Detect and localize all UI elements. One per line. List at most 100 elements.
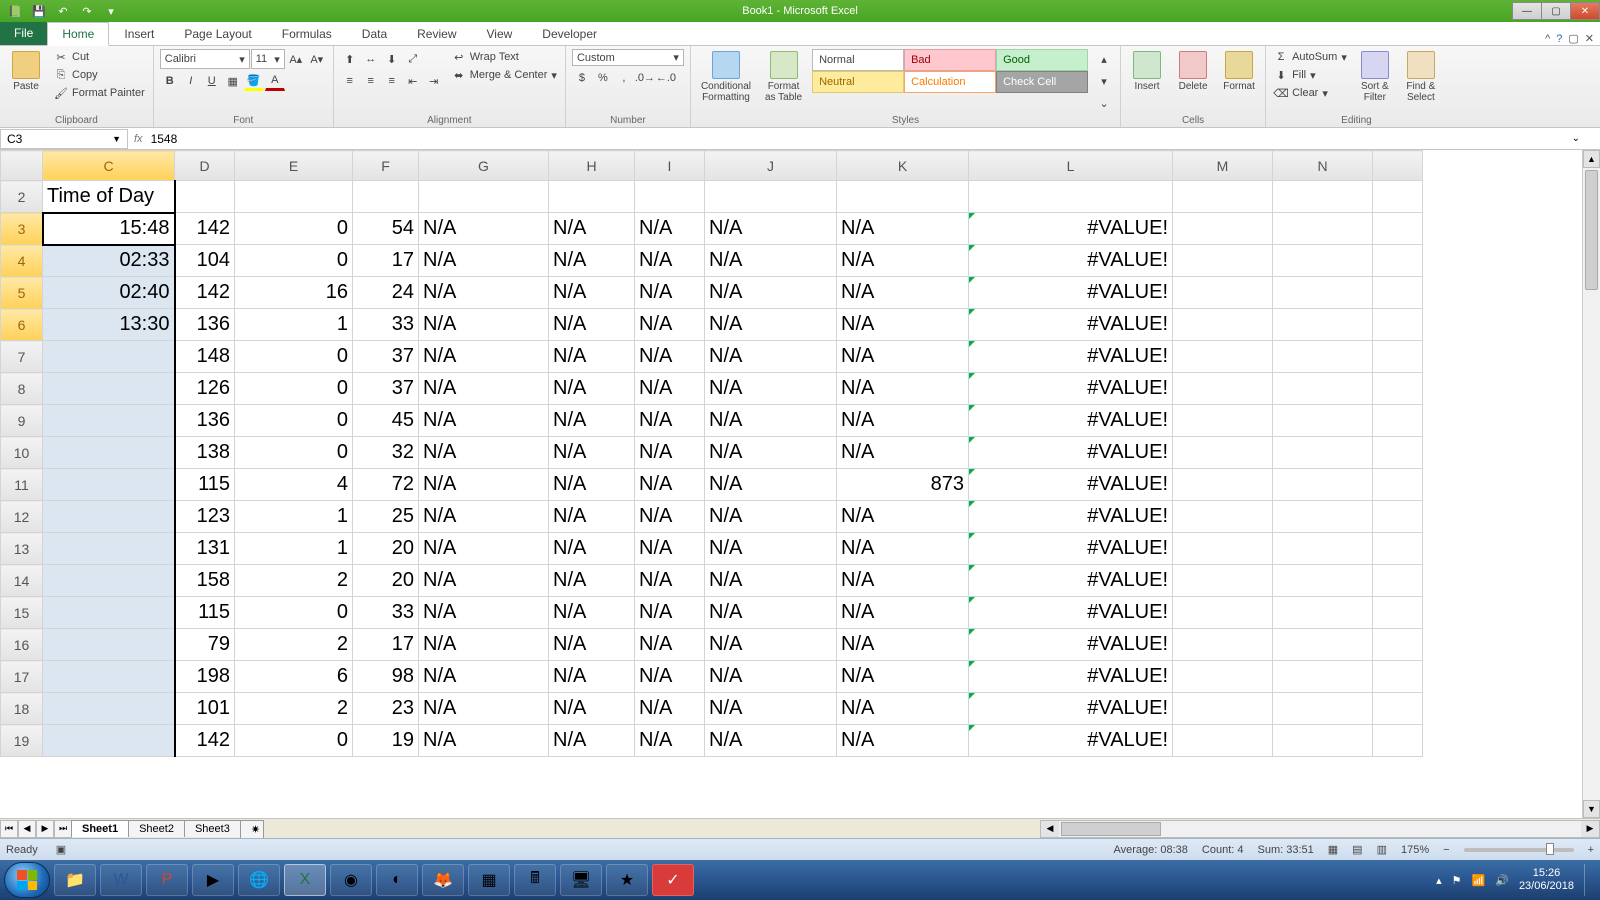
cell-G19[interactable]: N/A [419, 725, 549, 757]
fill-color-button[interactable]: 🪣 [244, 71, 264, 91]
cell-N7[interactable] [1273, 341, 1373, 373]
cell-H4[interactable]: N/A [549, 245, 635, 277]
cell-F19[interactable]: 19 [353, 725, 419, 757]
cell-J11[interactable]: N/A [705, 469, 837, 501]
cell-K13[interactable]: N/A [837, 533, 969, 565]
column-header-M[interactable]: M [1173, 151, 1273, 181]
format-painter-button[interactable]: 🖌Format Painter [52, 85, 147, 101]
cell-C7[interactable] [43, 341, 175, 373]
row-header-5[interactable]: 5 [1, 277, 43, 309]
row-header-2[interactable]: 2 [1, 181, 43, 213]
cell-J19[interactable]: N/A [705, 725, 837, 757]
taskbar-app-4-icon[interactable]: 🖥 [560, 864, 602, 896]
cell-D15[interactable]: 115 [175, 597, 235, 629]
cell-F16[interactable]: 17 [353, 629, 419, 661]
tab-formulas[interactable]: Formulas [267, 21, 347, 45]
cell-C6[interactable]: 13:30 [43, 309, 175, 341]
cell-F12[interactable]: 25 [353, 501, 419, 533]
merge-center-button[interactable]: ⬌Merge & Center ▾ [450, 67, 559, 83]
cell-F8[interactable]: 37 [353, 373, 419, 405]
cell-K16[interactable]: N/A [837, 629, 969, 661]
cell-N13[interactable] [1273, 533, 1373, 565]
column-header-N[interactable]: N [1273, 151, 1373, 181]
cell-M14[interactable] [1173, 565, 1273, 597]
row-header-4[interactable]: 4 [1, 245, 43, 277]
cell-G11[interactable]: N/A [419, 469, 549, 501]
cell-C15[interactable] [43, 597, 175, 629]
zoom-level[interactable]: 175% [1401, 844, 1429, 856]
cell-C16[interactable] [43, 629, 175, 661]
row-header-9[interactable]: 9 [1, 405, 43, 437]
cell-H13[interactable]: N/A [549, 533, 635, 565]
cell-I8[interactable]: N/A [635, 373, 705, 405]
cell-K9[interactable]: N/A [837, 405, 969, 437]
cell-I17[interactable]: N/A [635, 661, 705, 693]
cell-N14[interactable] [1273, 565, 1373, 597]
row-header-12[interactable]: 12 [1, 501, 43, 533]
cell-E14[interactable]: 2 [235, 565, 353, 597]
tab-view[interactable]: View [472, 21, 528, 45]
column-header-G[interactable]: G [419, 151, 549, 181]
cell-G4[interactable]: N/A [419, 245, 549, 277]
row-header-8[interactable]: 8 [1, 373, 43, 405]
cell-D9[interactable]: 136 [175, 405, 235, 437]
macro-record-icon[interactable]: ▣ [56, 843, 66, 856]
styles-scroll-up-icon[interactable]: ▴ [1094, 49, 1114, 69]
cell-H14[interactable]: N/A [549, 565, 635, 597]
underline-button[interactable]: U [202, 71, 222, 91]
align-right-icon[interactable]: ≡ [382, 71, 402, 91]
taskbar-explorer-icon[interactable]: 📁 [54, 864, 96, 896]
cell-N8[interactable] [1273, 373, 1373, 405]
cell-L14[interactable]: #VALUE! [969, 565, 1173, 597]
align-center-icon[interactable]: ≡ [361, 71, 381, 91]
cell-C4[interactable]: 02:33 [43, 245, 175, 277]
cell-D8[interactable]: 126 [175, 373, 235, 405]
cell-H10[interactable]: N/A [549, 437, 635, 469]
cell-K3[interactable]: N/A [837, 213, 969, 245]
cell-blank-5[interactable] [1373, 277, 1423, 309]
cell-blank-9[interactable] [1373, 405, 1423, 437]
cell-M11[interactable] [1173, 469, 1273, 501]
row-header-13[interactable]: 13 [1, 533, 43, 565]
decrease-font-icon[interactable]: A▾ [307, 49, 327, 69]
cell-H17[interactable]: N/A [549, 661, 635, 693]
cell-L5[interactable]: #VALUE! [969, 277, 1173, 309]
cell-H2[interactable] [549, 181, 635, 213]
cell-blank-19[interactable] [1373, 725, 1423, 757]
cell-N2[interactable] [1273, 181, 1373, 213]
cell-L18[interactable]: #VALUE! [969, 693, 1173, 725]
cell-I18[interactable]: N/A [635, 693, 705, 725]
cell-I2[interactable] [635, 181, 705, 213]
cell-L13[interactable]: #VALUE! [969, 533, 1173, 565]
cell-blank-16[interactable] [1373, 629, 1423, 661]
column-header-I[interactable]: I [635, 151, 705, 181]
cell-H18[interactable]: N/A [549, 693, 635, 725]
cell-blank-10[interactable] [1373, 437, 1423, 469]
cell-I13[interactable]: N/A [635, 533, 705, 565]
minimize-ribbon-icon[interactable]: ^ [1545, 33, 1550, 45]
cell-H15[interactable]: N/A [549, 597, 635, 629]
cell-blank-17[interactable] [1373, 661, 1423, 693]
cell-L16[interactable]: #VALUE! [969, 629, 1173, 661]
view-normal-icon[interactable]: ▦ [1328, 843, 1338, 856]
cell-D18[interactable]: 101 [175, 693, 235, 725]
cell-L17[interactable]: #VALUE! [969, 661, 1173, 693]
cell-D3[interactable]: 142 [175, 213, 235, 245]
cell-blank-7[interactable] [1373, 341, 1423, 373]
cell-D17[interactable]: 198 [175, 661, 235, 693]
cell-H6[interactable]: N/A [549, 309, 635, 341]
cell-G15[interactable]: N/A [419, 597, 549, 629]
cell-K6[interactable]: N/A [837, 309, 969, 341]
cell-H8[interactable]: N/A [549, 373, 635, 405]
tray-network-icon[interactable]: 📶 [1472, 874, 1486, 887]
cell-K12[interactable]: N/A [837, 501, 969, 533]
cell-F11[interactable]: 72 [353, 469, 419, 501]
cell-E9[interactable]: 0 [235, 405, 353, 437]
cell-N6[interactable] [1273, 309, 1373, 341]
cell-M9[interactable] [1173, 405, 1273, 437]
cell-J7[interactable]: N/A [705, 341, 837, 373]
cell-F17[interactable]: 98 [353, 661, 419, 693]
cell-H7[interactable]: N/A [549, 341, 635, 373]
row-header-19[interactable]: 19 [1, 725, 43, 757]
cell-M10[interactable] [1173, 437, 1273, 469]
